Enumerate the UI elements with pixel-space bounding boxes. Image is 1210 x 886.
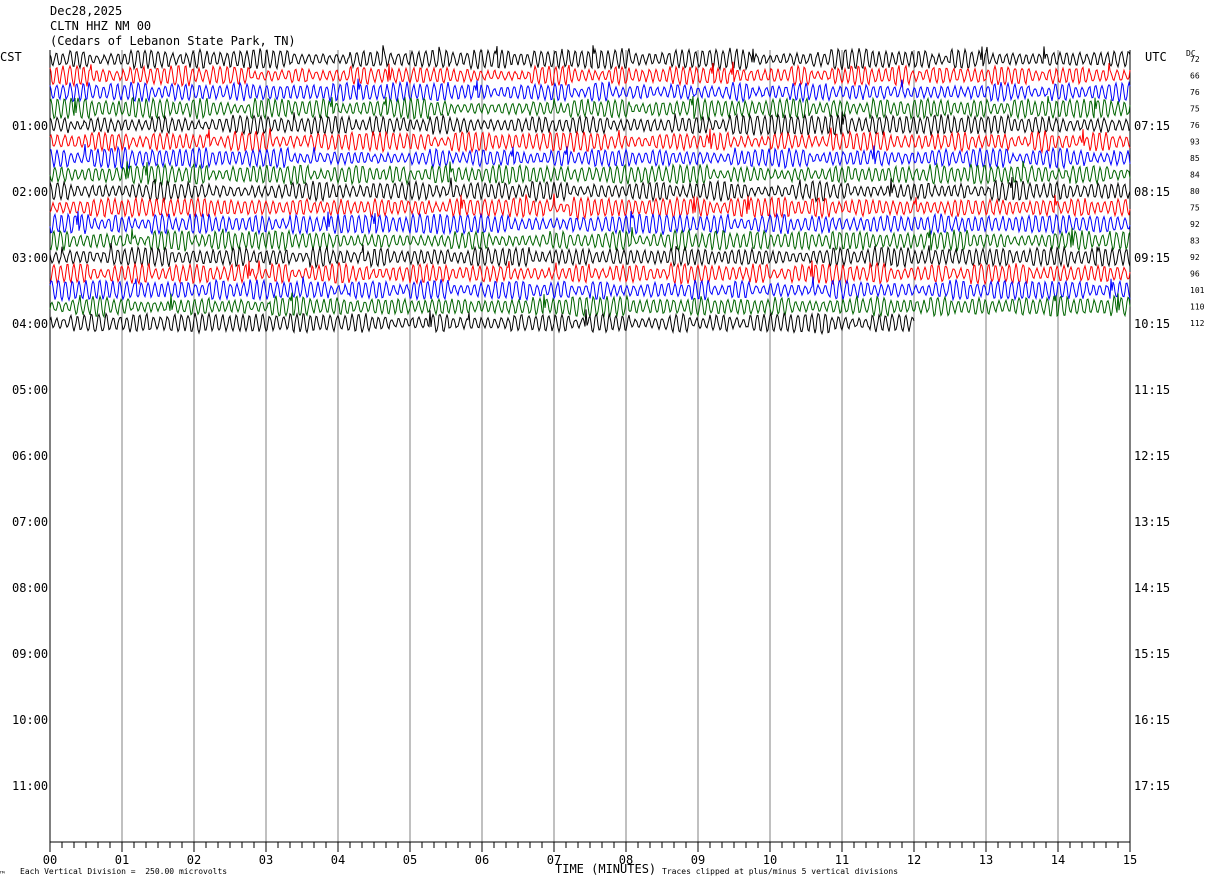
trace-line	[49, 78, 1131, 104]
dc-offset-label: 75	[1190, 204, 1200, 213]
x-tick-label: 03	[259, 853, 273, 867]
trace-line	[49, 276, 1131, 303]
right-hour-label: 08:15	[1134, 185, 1170, 199]
left-hour-label: 08:00	[12, 581, 48, 595]
dc-offset-label: 83	[1190, 237, 1200, 246]
dc-offset-label: 76	[1190, 88, 1200, 97]
left-hour-label: 04:00	[12, 317, 48, 331]
dc-offset-label: 85	[1190, 154, 1200, 163]
left-hour-label: 09:00	[12, 647, 48, 661]
dc-offset-label: 66	[1190, 72, 1200, 81]
left-hour-label: 03:00	[12, 251, 48, 265]
right-hour-label: 15:15	[1134, 647, 1170, 661]
x-tick-label: 10	[763, 853, 777, 867]
dc-offset-label: 92	[1190, 253, 1200, 262]
right-hour-label: 07:15	[1134, 119, 1170, 133]
left-hour-label: 11:00	[12, 779, 48, 793]
trace-line	[49, 210, 1131, 236]
x-tick-label: 15	[1123, 853, 1137, 867]
x-tick-label: 13	[979, 853, 993, 867]
right-hour-label: 14:15	[1134, 581, 1170, 595]
right-hour-label: 11:15	[1134, 383, 1170, 397]
helicorder-plot: 00 01 02 03 04 05 06 07 08 09 10 11 12 13 14 1501:0002:…	[12, 45, 1205, 867]
x-tick-label: 14	[1051, 853, 1065, 867]
left-hour-label: 06:00	[12, 449, 48, 463]
x-tick-label: 12	[907, 853, 921, 867]
dc-offset-label: 72	[1190, 55, 1200, 64]
clip-note: Traces clipped at plus/minus 5 vertical …	[662, 867, 899, 876]
dc-offset-label: 110	[1190, 303, 1205, 312]
right-hour-label: 17:15	[1134, 779, 1170, 793]
x-tick-label: 09	[691, 853, 705, 867]
dc-offset-label: 101	[1190, 286, 1205, 295]
x-tick-label: 05	[403, 853, 417, 867]
dc-offset-label: 93	[1190, 138, 1200, 147]
x-tick-label: 01	[115, 853, 129, 867]
dc-offset-label: 76	[1190, 121, 1200, 130]
x-tick-label: 00	[43, 853, 57, 867]
trace-line	[49, 260, 1131, 286]
right-hour-label: 10:15	[1134, 317, 1170, 331]
dc-offset-label: 84	[1190, 171, 1200, 180]
corner-mark: ™	[0, 870, 5, 879]
left-hour-label: 07:00	[12, 515, 48, 529]
right-hour-label: 16:15	[1134, 713, 1170, 727]
x-tick-label: 11	[835, 853, 849, 867]
dc-offset-label: 80	[1190, 187, 1200, 196]
x-axis-title: TIME (MINUTES)	[555, 862, 657, 876]
left-hour-label: 05:00	[12, 383, 48, 397]
trace-line	[49, 111, 1131, 137]
x-tick-label: 02	[187, 853, 201, 867]
right-hour-label: 13:15	[1134, 515, 1170, 529]
dc-offset-label: 75	[1190, 105, 1200, 114]
trace-line	[49, 193, 1131, 221]
right-hour-label: 12:15	[1134, 449, 1170, 463]
x-tick-label: 06	[475, 853, 489, 867]
scale-note: Each Vertical Division = 250.00 microvol…	[20, 867, 228, 876]
left-hour-label: 02:00	[12, 185, 48, 199]
x-tick-label: 04	[331, 853, 345, 867]
dc-offset-label: 112	[1190, 319, 1205, 328]
dc-offset-label: 92	[1190, 220, 1200, 229]
right-hour-label: 09:15	[1134, 251, 1170, 265]
trace-line	[49, 45, 1131, 72]
trace-line	[49, 160, 1131, 186]
dc-offset-label: 96	[1190, 270, 1200, 279]
left-hour-label: 01:00	[12, 119, 48, 133]
left-hour-label: 10:00	[12, 713, 48, 727]
